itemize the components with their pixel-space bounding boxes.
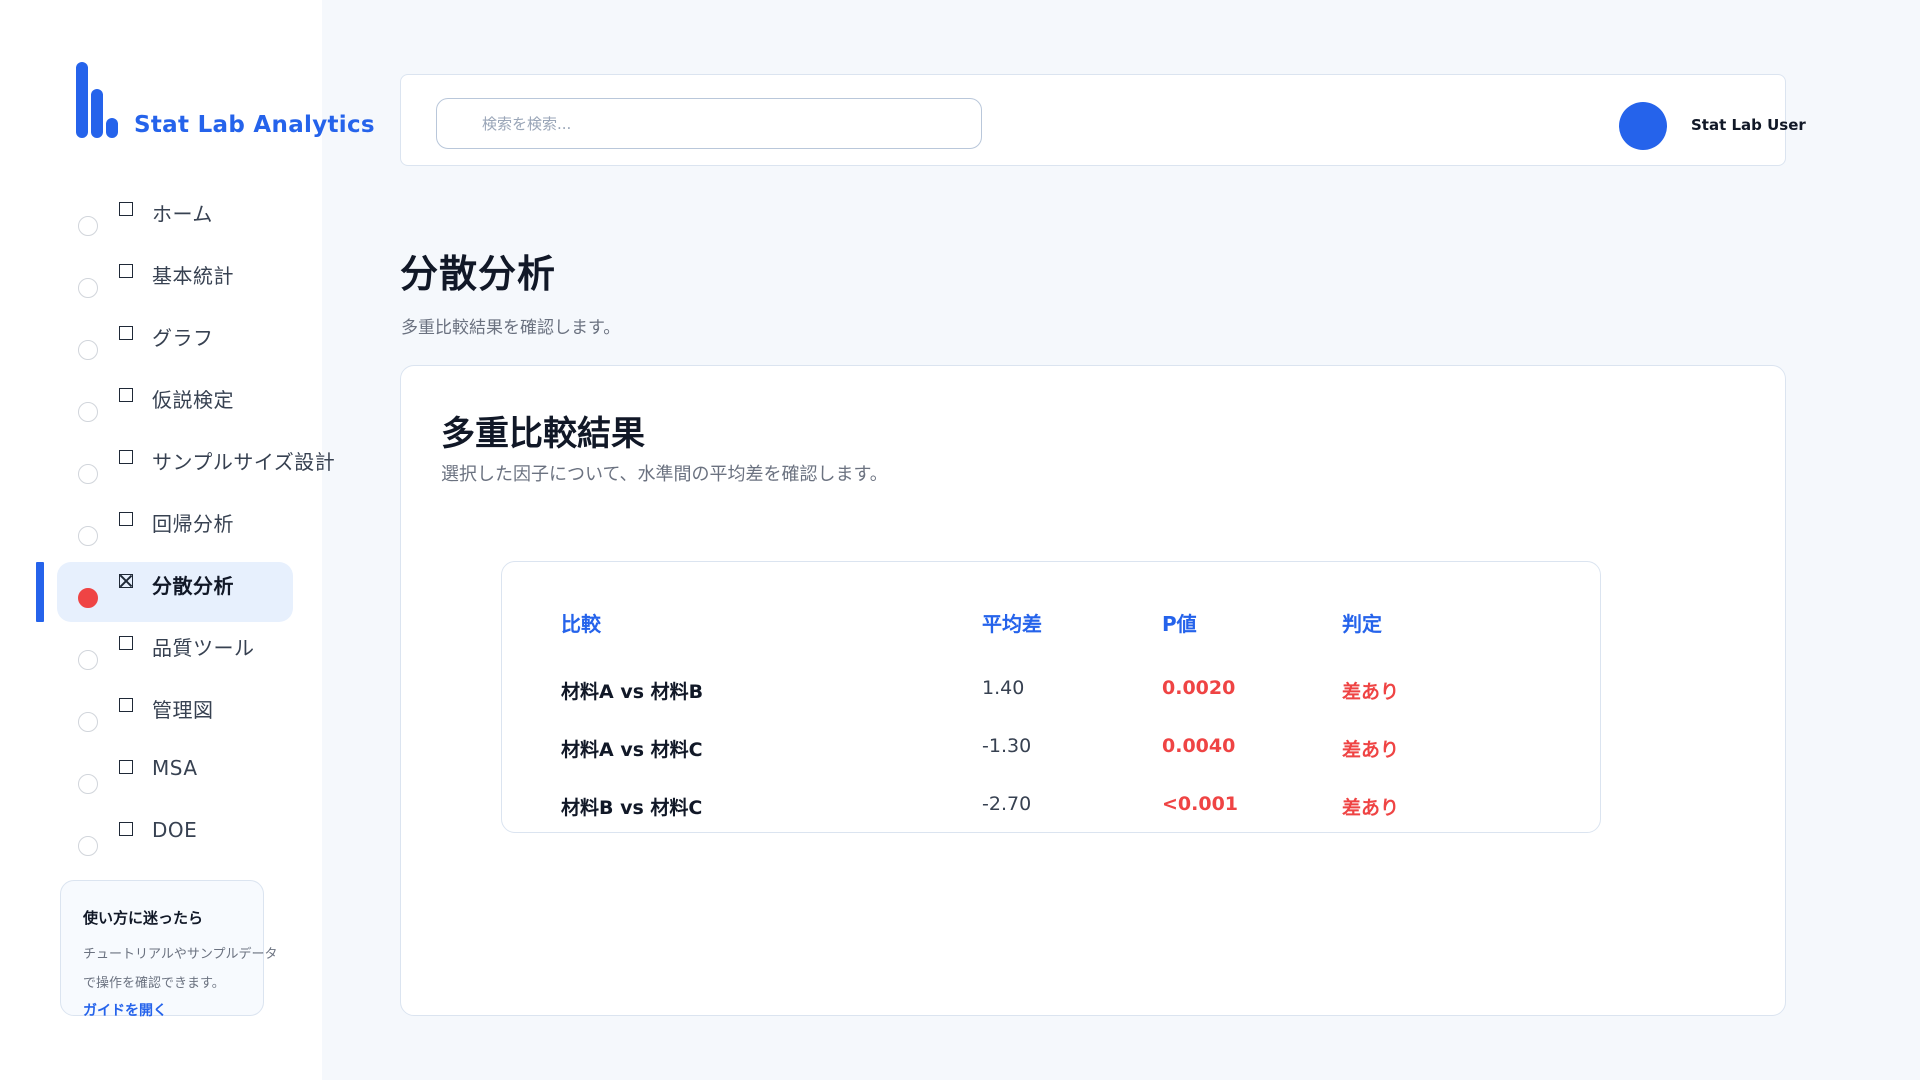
cell-mean-diff: -2.70 [982,793,1032,815]
status-dot-icon [78,836,98,856]
crossed-square-icon [119,574,133,588]
sidebar-item-sample-size[interactable]: サンプルサイズ設計 [0,437,335,499]
bar-chart-logo-icon [76,62,120,138]
cell-mean-diff: 1.40 [982,677,1025,699]
sidebar-item-label: MSA [152,756,198,780]
brand-logo[interactable]: Stat Lab Analytics [76,62,375,138]
status-dot-icon [78,650,98,670]
cell-mean-diff: -1.30 [982,735,1032,757]
sidebar-item-quality-tools[interactable]: 品質ツール [0,623,322,685]
sidebar-item-label: DOE [152,818,198,842]
cell-p-value: 0.0020 [1162,677,1236,699]
results-card: 多重比較結果 選択した因子について、水準間の平均差を確認します。 比較 平均差 … [400,365,1786,1016]
column-header-p-value: P値 [1162,612,1197,636]
square-icon [119,512,133,526]
cell-p-value: 0.0040 [1162,735,1236,757]
sidebar-item-label: 基本統計 [152,264,234,288]
square-icon [119,450,133,464]
sidebar-item-label: 仮説検定 [152,388,234,412]
square-icon [119,388,133,402]
sidebar-item-msa[interactable]: MSA [0,747,322,809]
status-dot-icon [78,774,98,794]
square-icon [119,636,133,650]
status-dot-icon [78,340,98,360]
page-title: 分散分析 [400,252,557,296]
sidebar: Stat Lab Analytics ホーム 基本統計 グラフ 仮説検定 サンプ… [0,0,375,1080]
sidebar-item-basic-stats[interactable]: 基本統計 [0,251,322,313]
cell-judgement: 差あり [1342,739,1400,761]
top-header: Stat Lab User [400,74,1806,166]
avatar[interactable] [1619,102,1667,150]
sidebar-item-regression[interactable]: 回帰分析 [0,499,322,561]
square-icon [119,822,133,836]
cell-comparison: 材料A vs 材料C [561,739,703,761]
status-dot-icon [78,526,98,546]
comparison-table: 比較 平均差 P値 判定 材料A vs 材料B 1.40 0.0020 差あり … [501,561,1601,833]
status-dot-icon [78,588,98,608]
active-indicator [36,562,44,622]
square-icon [119,760,133,774]
help-title: 使い方に迷ったら [83,909,204,927]
sidebar-item-control-chart[interactable]: 管理図 [0,685,322,747]
sidebar-nav: ホーム 基本統計 グラフ 仮説検定 サンプルサイズ設計 回帰分析 分散分析 品質… [0,189,335,871]
status-dot-icon [78,464,98,484]
cell-comparison: 材料B vs 材料C [561,797,703,819]
sidebar-item-anova[interactable]: 分散分析 [0,561,322,623]
square-icon [119,202,133,216]
card-title: 多重比較結果 [441,414,645,454]
status-dot-icon [78,402,98,422]
sidebar-item-label: 品質ツール [152,636,255,660]
sidebar-item-label: ホーム [152,202,213,226]
sidebar-item-label: サンプルサイズ設計 [152,450,336,474]
open-guide-link[interactable]: ガイドを開く [83,1000,167,1020]
cell-comparison: 材料A vs 材料B [561,681,704,703]
column-header-mean-diff: 平均差 [982,612,1042,636]
help-card: 使い方に迷ったら チュートリアルやサンプルデータで操作を確認できます。 ガイドを… [60,880,277,1019]
column-header-comparison: 比較 [561,612,601,636]
cell-p-value: <0.001 [1162,793,1239,815]
sidebar-item-home[interactable]: ホーム [0,189,322,251]
column-header-judgement: 判定 [1342,612,1382,636]
sidebar-item-hypothesis-test[interactable]: 仮説検定 [0,375,322,437]
status-dot-icon [78,216,98,236]
help-description: チュートリアルやサンプルデータで操作を確認できます。 [83,947,278,991]
square-icon [119,264,133,278]
search-input[interactable] [480,99,960,148]
square-icon [119,698,133,712]
card-description: 選択した因子について、水準間の平均差を確認します。 [441,464,888,485]
sidebar-item-label: 回帰分析 [152,512,234,536]
user-name[interactable]: Stat Lab User [1691,116,1806,134]
cell-judgement: 差あり [1342,797,1400,819]
sidebar-item-label: 分散分析 [152,574,234,598]
page-subtitle: 多重比較結果を確認します。 [401,318,621,338]
sidebar-item-label: 管理図 [152,698,214,722]
square-icon [119,326,133,340]
status-dot-icon [78,712,98,732]
sidebar-item-doe[interactable]: DOE [0,809,322,871]
status-dot-icon [78,278,98,298]
app-name: Stat Lab Analytics [134,112,375,138]
search-box[interactable] [436,98,982,149]
sidebar-item-graph[interactable]: グラフ [0,313,322,375]
sidebar-item-label: グラフ [152,326,214,350]
cell-judgement: 差あり [1342,681,1400,703]
